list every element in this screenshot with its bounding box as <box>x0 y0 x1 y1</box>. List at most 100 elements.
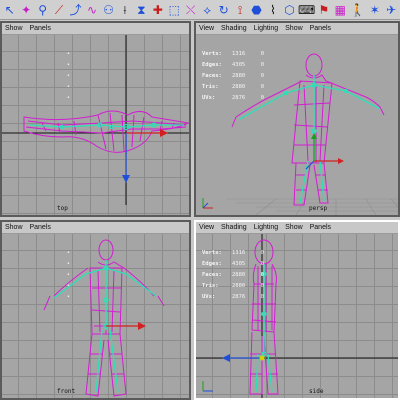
hud-row: • <box>8 248 70 259</box>
hud-row: • <box>8 49 70 60</box>
hud-label: Faces: <box>202 73 222 79</box>
viewport-pane-side[interactable]: View Shading Lighting Show Panels Verts:… <box>194 220 400 400</box>
hud-label: Tris: <box>202 283 219 289</box>
hud-selected-value: 0 <box>260 95 264 101</box>
pole-vector-icon[interactable]: ⟟ <box>232 1 247 18</box>
run-icon[interactable]: ✶ <box>367 1 382 18</box>
hud-value: 2880 <box>232 283 246 289</box>
menu-panels[interactable]: Panels <box>29 224 50 231</box>
menu-view[interactable]: View <box>199 224 214 231</box>
hud-selected-value: 0 <box>260 250 264 256</box>
viewport-canvas-top[interactable]: • • • • • top <box>2 35 189 215</box>
menu-show[interactable]: Show <box>5 25 23 32</box>
joint-icon[interactable]: ⚲ <box>35 1 50 18</box>
hud-row: UVs: 2876 0 <box>202 292 264 303</box>
panel-menu-bar: Show Panels <box>2 23 189 35</box>
menu-lighting[interactable]: Lighting <box>254 25 279 32</box>
viewport-pane-top[interactable]: Show Panels • • • • • top <box>0 21 191 217</box>
hud-value: 2880 <box>232 84 246 90</box>
spline-ik-icon[interactable]: ∿ <box>84 1 99 18</box>
menu-panels[interactable]: Panels <box>310 224 331 231</box>
hud-dot: • <box>66 62 70 68</box>
menu-panels[interactable]: Panels <box>310 25 331 32</box>
hud-dot: • <box>66 51 70 57</box>
hud-poly-count: • • • • • <box>8 49 70 104</box>
hud-row: Faces: 2880 0 <box>202 71 264 82</box>
pose-icon[interactable]: ✈ <box>383 1 398 18</box>
aim-icon[interactable]: ⟡ <box>199 1 214 18</box>
bone-chain-icon[interactable]: ⟋ <box>51 1 66 18</box>
hud-value: 2880 <box>232 73 246 79</box>
menu-show[interactable]: Show <box>5 224 23 231</box>
hud-value: 1316 <box>232 51 246 57</box>
hud-value: 4305 <box>232 62 246 68</box>
camera-label: top <box>57 205 68 212</box>
hud-row: • <box>8 82 70 93</box>
hud-row: • <box>8 71 70 82</box>
menu-show[interactable]: Show <box>285 25 303 32</box>
walk-icon[interactable]: 🚶 <box>349 1 366 18</box>
menu-shading[interactable]: Shading <box>221 25 247 32</box>
menu-view[interactable]: View <box>199 25 214 32</box>
figure-icon[interactable]: ✦ <box>18 1 33 18</box>
hud-label: Tris: <box>202 84 219 90</box>
viewport-canvas-side[interactable]: Verts: 1316 0 Edges: 4305 0 Faces: 2880 0 Tris: 28… <box>196 234 398 398</box>
hud-label: Verts: <box>202 250 222 256</box>
viewport-canvas-persp[interactable]: Verts: 1316 0 Edges: 4305 0 Faces: 2880 0 Tris: 28… <box>196 35 398 215</box>
hud-row: Faces: 2880 0 <box>202 270 264 281</box>
menu-show[interactable]: Show <box>285 224 303 231</box>
axis-indicator-icon <box>202 381 213 392</box>
hud-value: 1316 <box>232 250 246 256</box>
viewport-pane-persp[interactable]: View Shading Lighting Show Panels Verts:… <box>194 21 400 217</box>
viewport-canvas-front[interactable]: • • • • • front <box>2 234 189 398</box>
wire-icon[interactable]: ⌇ <box>265 1 280 18</box>
hud-row: Verts: 1316 0 <box>202 49 264 60</box>
select-tool-icon[interactable]: ↖ <box>2 1 17 18</box>
hud-selected-value: 0 <box>260 294 264 300</box>
hud-poly-count: • • • • • <box>8 248 70 303</box>
hud-label: Edges: <box>202 62 222 68</box>
panel-menu-bar: Show Panels <box>2 222 189 234</box>
hud-value: 4305 <box>232 261 246 267</box>
menu-lighting[interactable]: Lighting <box>254 224 279 231</box>
bind-icon[interactable]: ⧗ <box>134 1 149 18</box>
shelf-toolbar: ↖ ✦ ⚲ ⟋ ⤴ ∿ ⚇ ⟊ ⧗ ✚ ⬚ ⤬ ⟡ ↻ ⟟ ⬣ ⌇ ⬡ ⌨ ⚑ ▦ 🚶 ✶ ✈ <box>0 0 400 20</box>
hud-label: Edges: <box>202 261 222 267</box>
manipulator-gizmo[interactable] <box>122 129 168 183</box>
palette-icon[interactable]: ▦ <box>333 1 348 18</box>
hud-label: UVs: <box>202 294 216 300</box>
hud-dot: • <box>66 250 70 256</box>
viewport-pane-front[interactable]: Show Panels • • • • • front <box>0 220 191 400</box>
constraint-icon[interactable]: ⤬ <box>183 1 198 18</box>
hud-dot: • <box>66 95 70 101</box>
hud-selected-value: 0 <box>260 261 264 267</box>
hud-row: UVs: 2876 0 <box>202 93 264 104</box>
character-set-icon[interactable]: ⚑ <box>316 1 331 18</box>
menu-shading[interactable]: Shading <box>221 224 247 231</box>
menu-panels[interactable]: Panels <box>29 25 50 32</box>
hud-selected-value: 0 <box>260 272 264 278</box>
paint-weights-icon[interactable]: ⟊ <box>117 1 132 18</box>
hud-dot: • <box>66 73 70 79</box>
skin-icon[interactable]: ⚇ <box>101 1 116 18</box>
wrap-icon[interactable]: ⬡ <box>282 1 297 18</box>
hud-selected-value: 0 <box>260 73 264 79</box>
hud-dot: • <box>66 84 70 90</box>
blend-shape-icon[interactable]: ⬣ <box>249 1 264 18</box>
hud-row: • <box>8 93 70 104</box>
keyboard-icon[interactable]: ⌨ <box>298 1 315 18</box>
hud-dot: • <box>66 272 70 278</box>
ik-handle-icon[interactable]: ⤴ <box>68 1 83 18</box>
cluster-icon[interactable]: ✚ <box>150 1 165 18</box>
hud-selected-value: 0 <box>260 62 264 68</box>
hud-row: Verts: 1316 0 <box>202 248 264 259</box>
hud-label: Verts: <box>202 51 222 57</box>
hud-row: • <box>8 259 70 270</box>
lattice-icon[interactable]: ⬚ <box>167 1 182 18</box>
hud-row: • <box>8 292 70 303</box>
hud-value: 2876 <box>232 95 246 101</box>
hud-row: • <box>8 270 70 281</box>
hud-selected-value: 0 <box>260 84 264 90</box>
orient-icon[interactable]: ↻ <box>216 1 231 18</box>
hud-row: Edges: 4305 0 <box>202 259 264 270</box>
